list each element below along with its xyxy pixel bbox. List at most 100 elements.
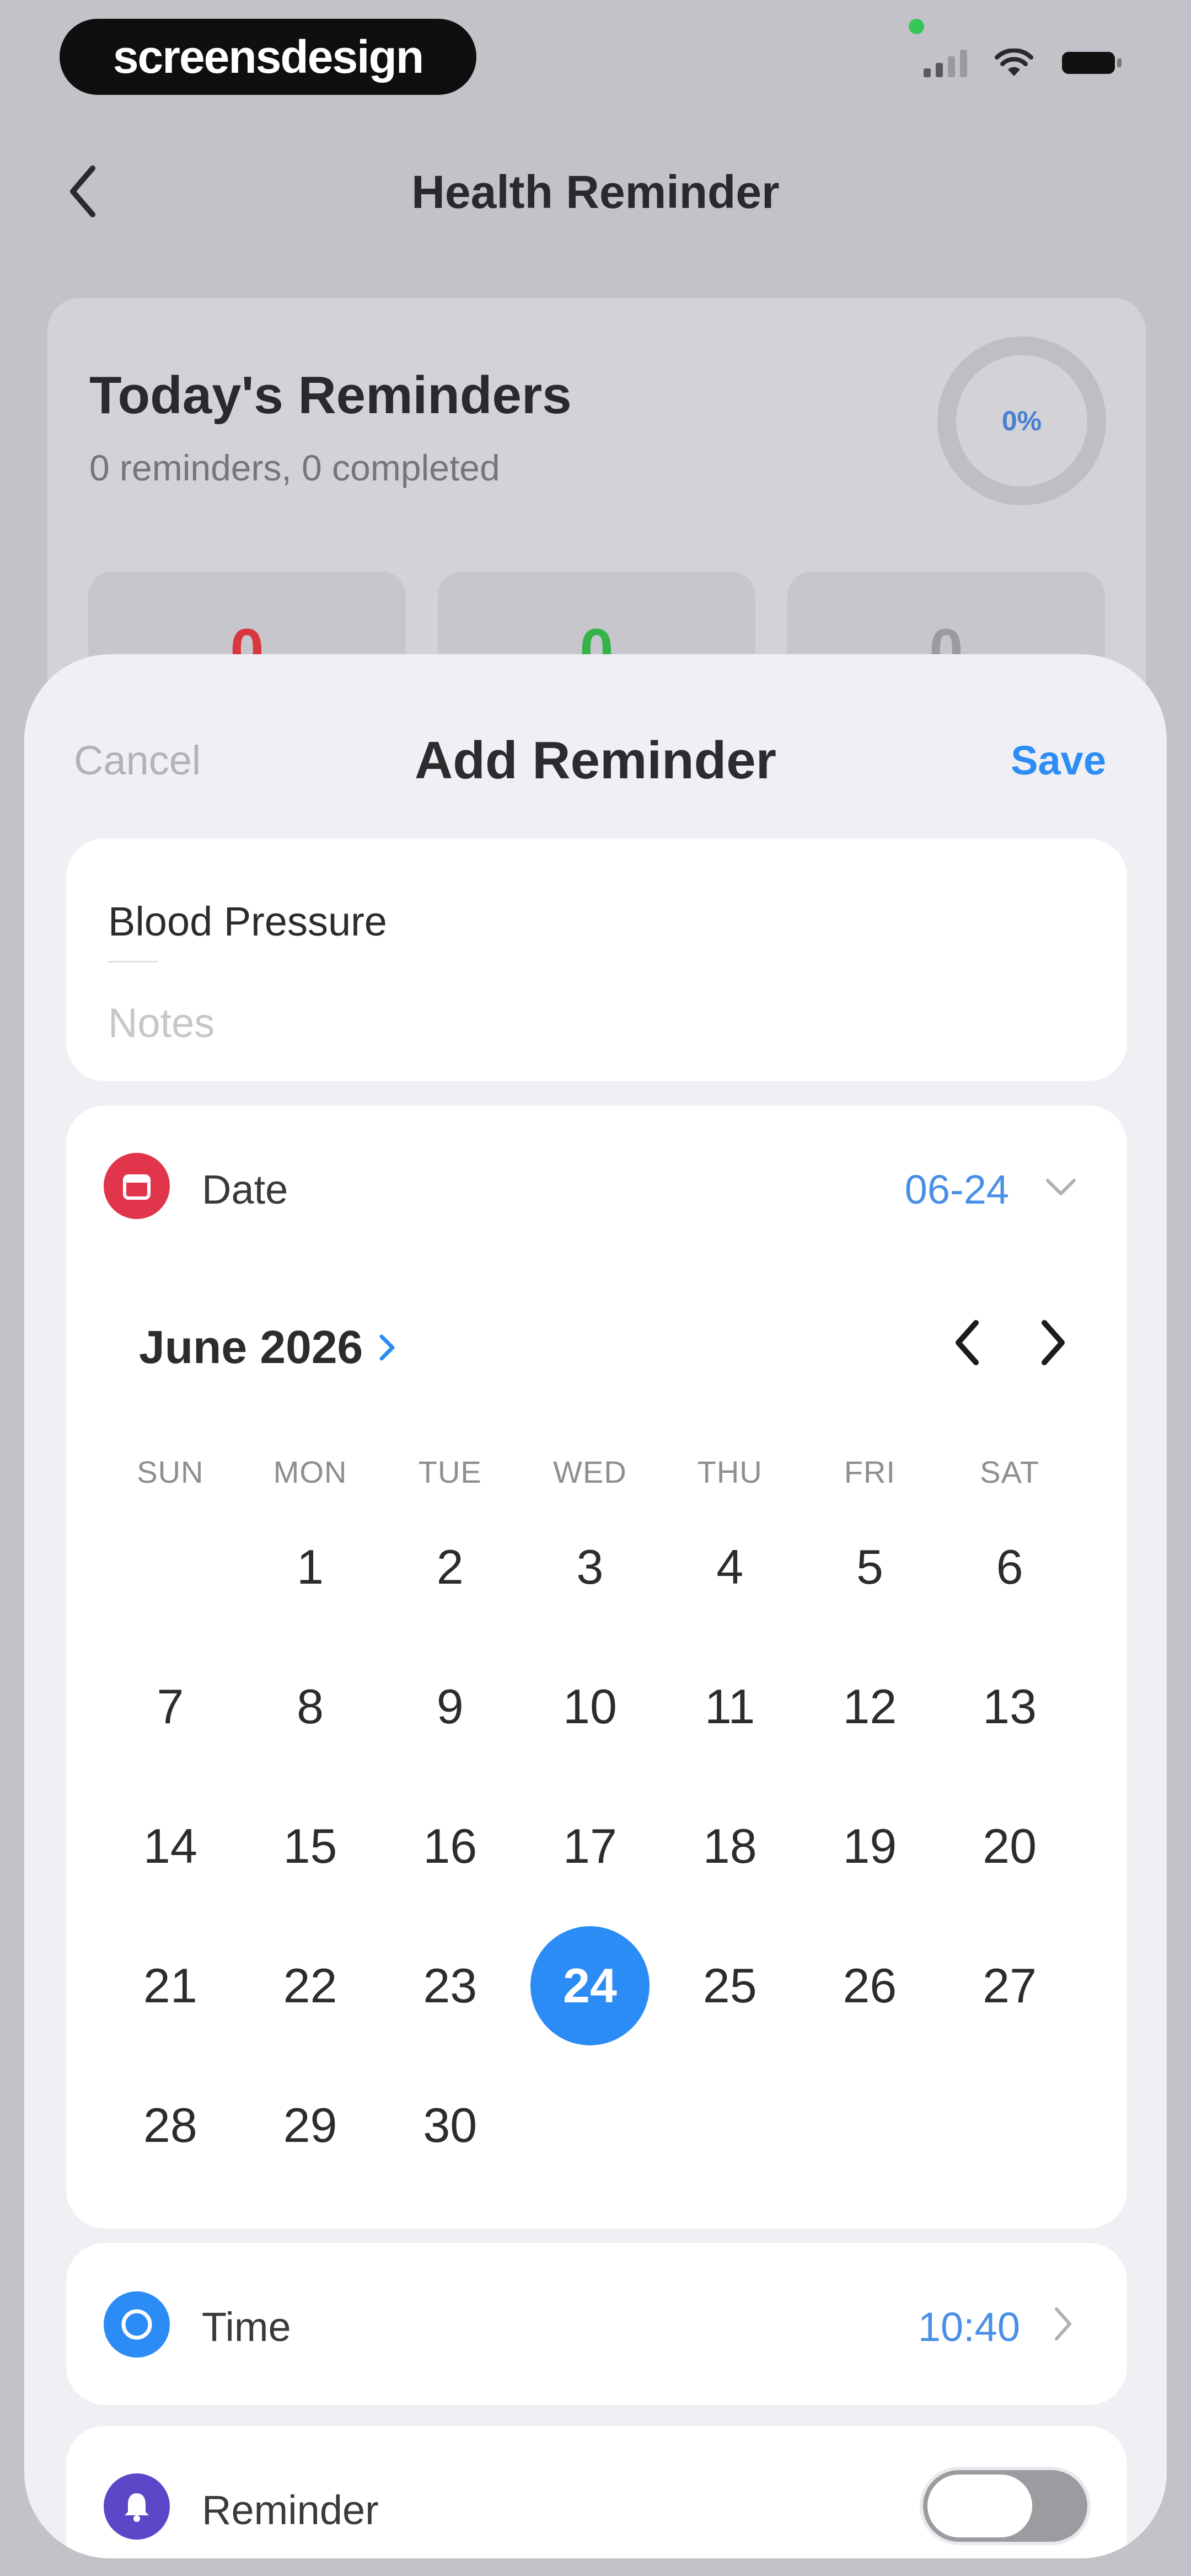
calendar-day-number: 18	[702, 1819, 757, 1873]
calendar-day[interactable]: 25	[660, 1929, 800, 2043]
calendar-day-number: 12	[843, 1679, 897, 1734]
calendar-icon	[104, 1153, 170, 1219]
date-value[interactable]: 06-24	[905, 1166, 1009, 1213]
calendar-day-number: 19	[843, 1819, 897, 1873]
reminder-name-input[interactable]: Blood Pressure	[108, 898, 387, 945]
next-month-button[interactable]	[1037, 1315, 1070, 1370]
calendar-day-number: 21	[143, 1958, 197, 2013]
calendar-day[interactable]: 1	[240, 1510, 380, 1624]
privacy-indicator	[909, 19, 924, 34]
calendar-day-number: 1	[297, 1540, 324, 1594]
calendar-day-number: 20	[983, 1819, 1037, 1873]
calendar-day-number: 11	[705, 1679, 755, 1734]
bell-icon	[104, 2473, 170, 2540]
wifi-icon	[995, 49, 1033, 76]
calendar-day-number: 4	[716, 1540, 744, 1594]
calendar-day[interactable]: 11	[660, 1650, 800, 1763]
calendar-day[interactable]: 8	[240, 1650, 380, 1763]
save-button[interactable]: Save	[1011, 737, 1106, 784]
sheet-header: Cancel Add Reminder Save	[24, 654, 1167, 790]
month-navigation	[951, 1315, 1070, 1370]
weekday-label: FRI	[844, 1455, 896, 1489]
chevron-right-icon	[379, 1334, 395, 1360]
brand-logo: screensdesign	[60, 19, 476, 95]
reminder-label: Reminder	[202, 2487, 379, 2533]
calendar-day[interactable]: 2	[380, 1510, 520, 1624]
month-label: June 2026	[139, 1321, 363, 1373]
calendar-day[interactable]: 28	[100, 2069, 240, 2182]
calendar-day[interactable]: 18	[660, 1789, 800, 1903]
time-row[interactable]: Time 10:40	[66, 2243, 1127, 2405]
calendar-day[interactable]: 14	[100, 1789, 240, 1903]
calendar-day[interactable]: 4	[660, 1510, 800, 1624]
calendar-day[interactable]: 30	[380, 2069, 520, 2182]
calendar-day[interactable]: 15	[240, 1789, 380, 1903]
calendar-day[interactable]: 16	[380, 1789, 520, 1903]
calendar-grid: 1 2 3 4 5 6 7 8 9 10 11 12 13 14 15 16 17 18 19 20 21 22 23 24 2…	[100, 1510, 1080, 2208]
calendar-day-selected[interactable]: 24	[520, 1926, 660, 2045]
clock-icon	[104, 2291, 170, 2358]
calendar-day[interactable]: 19	[800, 1789, 940, 1903]
chevron-right-icon	[1055, 2307, 1071, 2340]
calendar-day-number: 30	[423, 2098, 478, 2152]
calendar-day-number: 23	[423, 1958, 478, 2013]
progress-label: 0%	[1001, 405, 1042, 436]
reminder-row: Reminder	[66, 2426, 1127, 2558]
date-label: Date	[202, 1167, 288, 1212]
calendar-day[interactable]: 12	[800, 1650, 940, 1763]
calendar-day-number: 6	[996, 1540, 1023, 1594]
calendar-day-number: 24	[530, 1926, 650, 2045]
calendar-day-number: 15	[283, 1819, 337, 1873]
progress-ring: 0%	[937, 336, 1106, 505]
month-selector[interactable]: June 2026	[139, 1321, 397, 1374]
weekday-label: SAT	[980, 1455, 1040, 1489]
calendar-day[interactable]: 20	[940, 1789, 1080, 1903]
calendar-day[interactable]: 13	[940, 1650, 1080, 1763]
add-reminder-sheet: Cancel Add Reminder Save Blood Pressure …	[24, 654, 1167, 2558]
time-label: Time	[202, 2304, 291, 2350]
calendar-day[interactable]: 6	[940, 1510, 1080, 1624]
toggle-knob	[927, 2475, 1032, 2537]
weekday-label: SUN	[137, 1455, 204, 1489]
calendar-day-number: 27	[983, 1958, 1037, 2013]
calendar-day-number: 28	[143, 2098, 197, 2152]
date-card: Date 06-24 June 2026 SUN MON TUE WED THU FRI S…	[66, 1105, 1127, 2228]
calendar-day[interactable]: 26	[800, 1929, 940, 2043]
field-divider	[108, 961, 158, 963]
battery-icon	[1062, 52, 1122, 74]
weekday-header: SUN MON TUE WED THU FRI SAT	[100, 1454, 1080, 1490]
weekday-label: WED	[553, 1455, 627, 1489]
previous-month-button[interactable]	[951, 1315, 984, 1370]
calendar-day[interactable]: 27	[940, 1929, 1080, 2043]
calendar-day-number: 10	[563, 1679, 617, 1734]
calendar-day[interactable]: 7	[100, 1650, 240, 1763]
calendar-day[interactable]: 29	[240, 2069, 380, 2182]
calendar-day-number: 13	[983, 1679, 1037, 1734]
chevron-down-icon[interactable]	[1043, 1176, 1079, 1198]
calendar-day[interactable]: 21	[100, 1929, 240, 2043]
calendar-day-number: 8	[297, 1679, 324, 1734]
calendar-day-number: 29	[283, 2098, 337, 2152]
calendar-day[interactable]: 9	[380, 1650, 520, 1763]
reminder-toggle[interactable]	[920, 2467, 1091, 2545]
calendar-day-number: 25	[702, 1958, 757, 2013]
calendar-day-number: 7	[157, 1679, 184, 1734]
status-bar	[924, 49, 1123, 77]
reminder-details-card: Blood Pressure Notes	[66, 838, 1127, 1081]
calendar-day-number: 17	[563, 1819, 617, 1873]
calendar-day[interactable]: 3	[520, 1510, 660, 1624]
calendar-day[interactable]: 10	[520, 1650, 660, 1763]
calendar-day-number: 26	[843, 1958, 897, 2013]
calendar-day-number: 2	[436, 1540, 464, 1594]
calendar-day-number: 16	[423, 1819, 478, 1873]
calendar-day[interactable]: 17	[520, 1789, 660, 1903]
calendar-day[interactable]: 23	[380, 1929, 520, 2043]
calendar-day-number: 3	[576, 1540, 604, 1594]
page-title: Health Reminder	[411, 166, 780, 218]
notes-input[interactable]: Notes	[108, 1000, 214, 1046]
time-value[interactable]: 10:40	[918, 2304, 1020, 2350]
weekday-label: TUE	[418, 1455, 482, 1489]
calendar-day[interactable]: 5	[800, 1510, 940, 1624]
calendar-day[interactable]: 22	[240, 1929, 380, 2043]
calendar-day-number: 22	[283, 1958, 337, 2013]
